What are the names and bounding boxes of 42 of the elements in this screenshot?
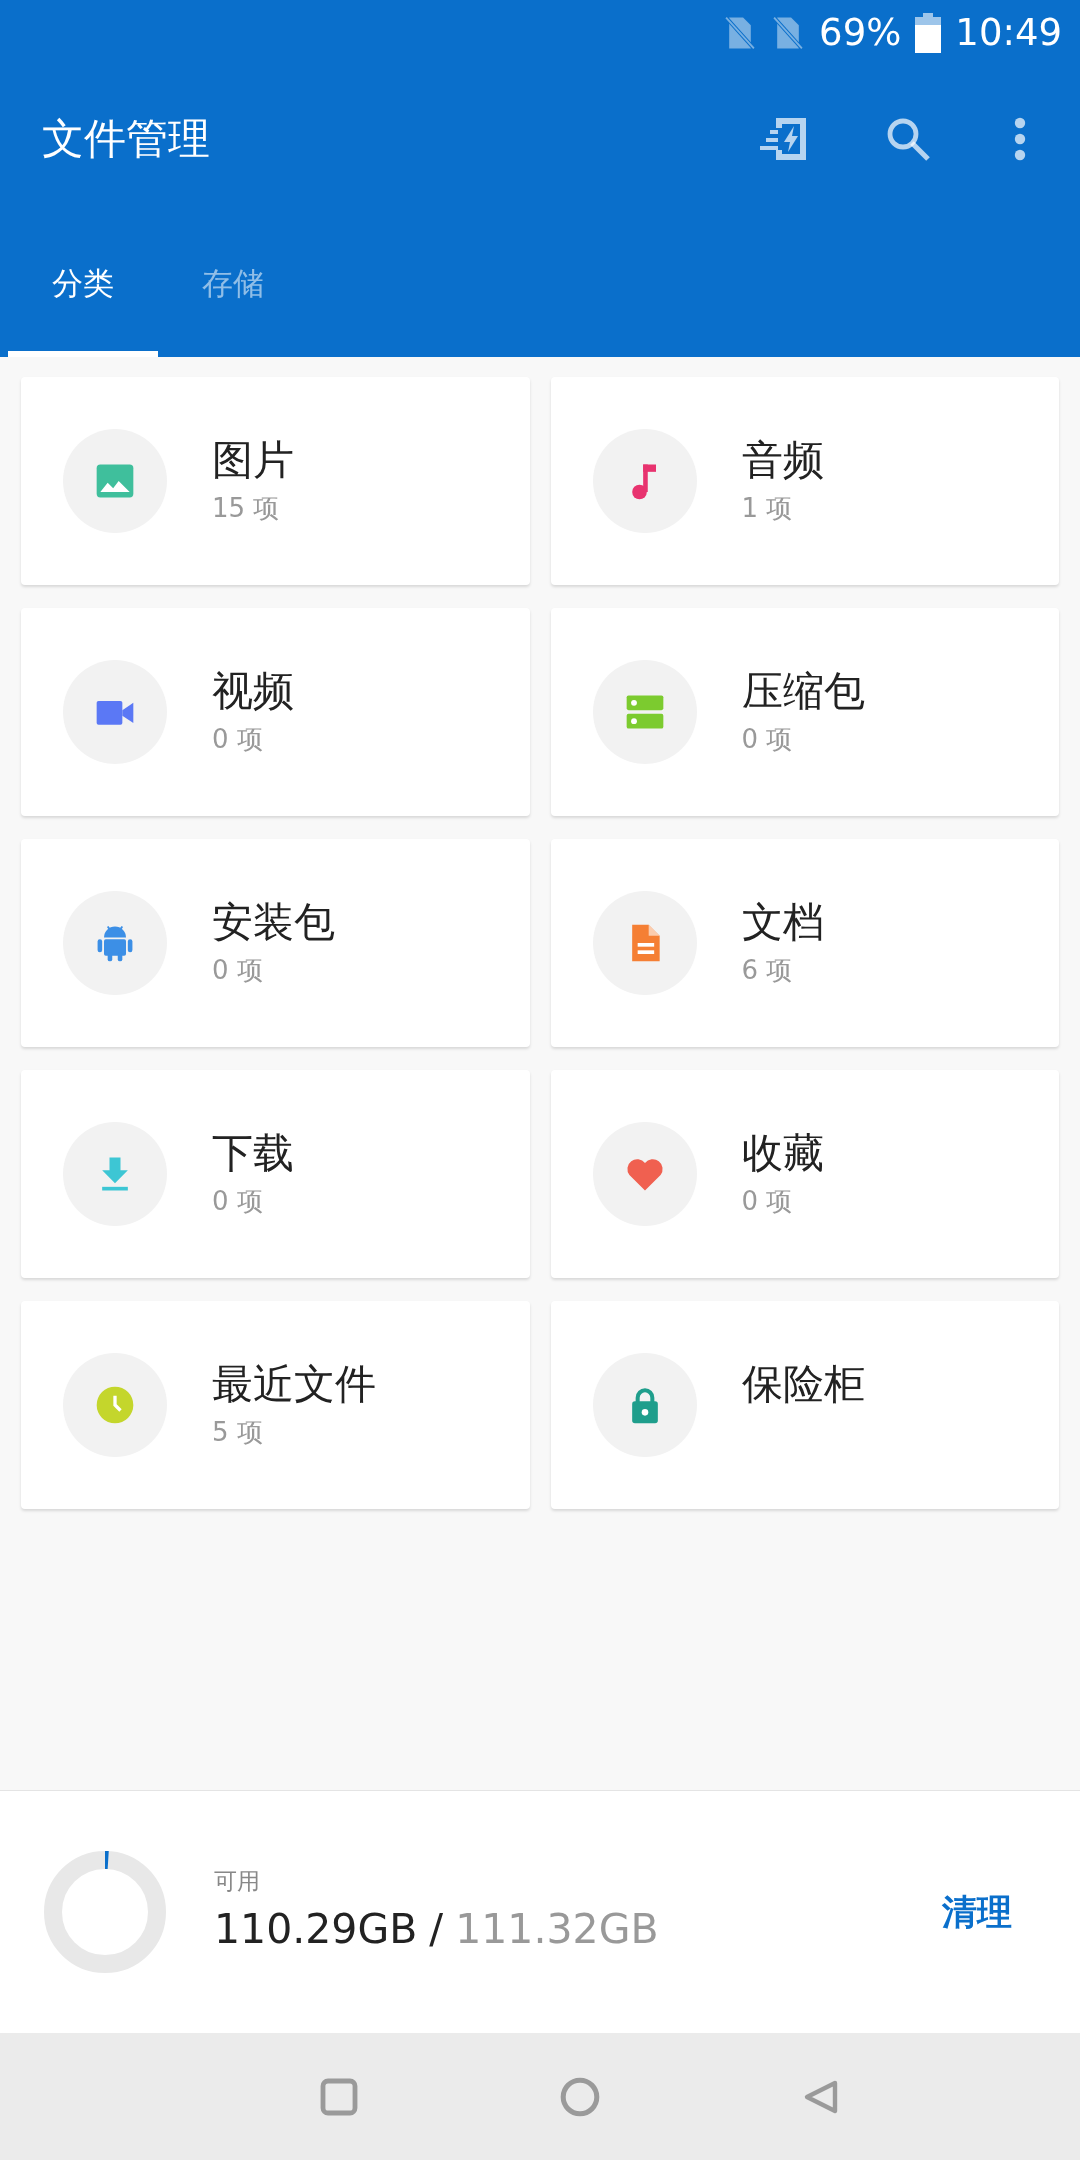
more-icon [1014,116,1026,161]
item-count: 0 项 [741,1185,793,1219]
category-card[interactable]: 视频 0 项 [21,608,530,816]
item-count: 0 项 [741,723,793,757]
tab[interactable]: 分类 [8,211,158,357]
item-count: 1 项 [741,492,793,526]
item-count: 0 项 [212,1185,263,1219]
category-name: 收藏 [741,1129,824,1179]
home-button[interactable] [559,2075,601,2118]
item-count: 6 项 [741,954,793,988]
item-count: 5 项 [212,1416,263,1450]
app-title: 文件管理 [42,113,211,165]
category-name: 文档 [741,898,824,948]
category-card[interactable]: 下载 0 项 [21,1070,530,1278]
separator: / [429,1903,444,1955]
total-space: 111.32GB [455,1903,659,1955]
recents-button[interactable] [319,2076,359,2117]
category-card[interactable]: 文档 6 项 [550,839,1059,1047]
category-name: 最近文件 [212,1360,376,1410]
category-name: 压缩包 [741,667,865,717]
category-card[interactable]: 收藏 0 项 [550,1070,1059,1278]
category-name: 保险柜 [741,1360,865,1410]
battery-percent: 69% [819,10,902,57]
item-count: 15 项 [212,492,280,526]
status-time: 10:49 [955,10,1062,57]
battery-icon [915,13,942,53]
clean-button[interactable]: 清理 [936,1884,1018,1940]
category-card[interactable]: 音频 1 项 [550,377,1059,585]
category-name: 安装包 [212,898,335,948]
category-name: 音频 [741,436,824,486]
category-card[interactable]: 安装包 0 项 [21,839,530,1047]
item-count: 0 项 [212,723,263,757]
category-name: 下载 [212,1129,294,1179]
item-count: 0 项 [212,954,263,988]
category-card[interactable]: 最近文件 5 项 [21,1301,530,1509]
available-label: 可用 [214,1867,261,1896]
category-name: 图片 [212,436,294,486]
category-card[interactable]: 图片 15 项 [21,377,530,585]
category-name: 视频 [212,667,294,717]
free-space: 110.29GB [214,1903,418,1955]
category-card[interactable]: 保险柜 [550,1301,1059,1509]
category-card[interactable]: 压缩包 0 项 [550,608,1059,816]
